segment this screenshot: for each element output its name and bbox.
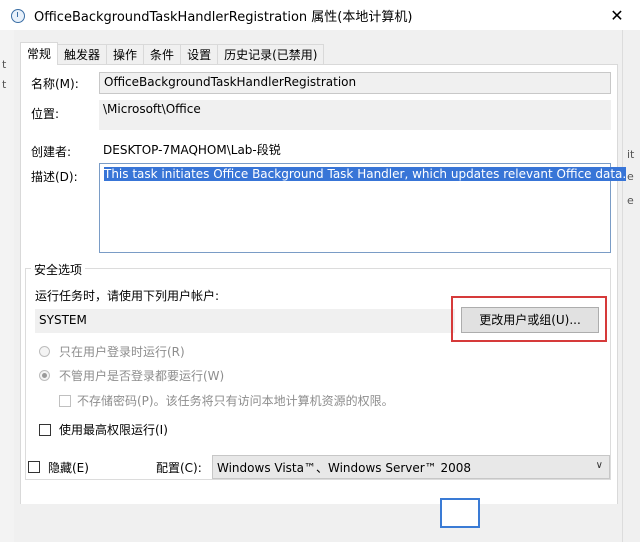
general-panel: 名称(M): OfficeBackgroundTaskHandlerRegist… [20,64,627,506]
description-text: This task initiates Office Background Ta… [104,167,627,181]
tab-settings[interactable]: 设置 [180,44,219,65]
close-button[interactable]: ✕ [594,0,640,30]
left-fragment-2: t [2,78,7,91]
ok-button[interactable] [440,498,480,528]
name-label: 名称(M): [31,77,79,91]
location-label: 位置: [31,107,60,121]
tab-conditions[interactable]: 条件 [143,44,182,65]
name-field[interactable]: OfficeBackgroundTaskHandlerRegistration [99,72,611,94]
hidden-checkbox[interactable] [28,461,40,473]
configure-dropdown[interactable]: Windows Vista™、Windows Server™ 2008 ∨ [212,455,610,479]
hidden-label: 隐藏(E) [48,461,89,475]
task-properties-window: OfficeBackgroundTaskHandlerRegistration … [0,0,640,542]
right-fragment-3: e [627,194,634,207]
dialog-body: 常规 触发器 操作 条件 设置 历史记录(已禁用) 名称(M): OfficeB… [14,30,627,542]
tab-general[interactable]: 常规 [20,42,59,65]
radio-logged-on[interactable] [39,346,50,357]
radio-whether-logged-on[interactable] [39,370,50,381]
highest-privileges-label: 使用最高权限运行(I) [59,423,168,437]
background-window-right: it e e [622,30,640,542]
description-label: 描述(D): [31,170,78,184]
change-user-button[interactable]: 更改用户或组(U)... [461,307,599,333]
close-icon: ✕ [610,5,624,25]
task-scheduler-icon [10,7,26,23]
security-group-title: 安全选项 [31,261,86,278]
background-window-left: t t [0,30,15,542]
highest-privileges-checkbox[interactable] [39,424,51,436]
bottom-bar [14,504,622,542]
no-store-password-label: 不存储密码(P)。该任务将只有访问本地计算机资源的权限。 [77,394,394,408]
author-field: DESKTOP-7MAQHOM\Lab-段锐 [103,143,281,157]
author-label: 创建者: [31,145,72,159]
radio-whether-logged-on-label: 不管用户是否登录都要运行(W) [59,369,225,383]
window-title: OfficeBackgroundTaskHandlerRegistration … [34,9,413,25]
title-bar: OfficeBackgroundTaskHandlerRegistration … [0,0,640,30]
tab-triggers[interactable]: 触发器 [57,44,108,65]
configure-label: 配置(C): [156,461,202,475]
tab-actions[interactable]: 操作 [106,44,145,65]
right-fragment-2: e [627,170,634,183]
left-fragment-1: t [2,58,7,71]
configure-value: Windows Vista™、Windows Server™ 2008 [217,461,472,475]
run-as-label: 运行任务时，请使用下列用户帐户: [35,289,220,303]
tab-history[interactable]: 历史记录(已禁用) [217,44,325,65]
no-store-password-checkbox[interactable] [59,395,71,407]
user-account-field: SYSTEM [35,309,455,333]
right-fragment-1: it [627,148,635,161]
tab-strip: 常规 触发器 操作 条件 设置 历史记录(已禁用) [20,42,325,65]
radio-logged-on-label: 只在用户登录时运行(R) [59,345,185,359]
location-field: \Microsoft\Office [99,100,611,130]
chevron-down-icon: ∨ [595,460,603,471]
description-textarea[interactable]: This task initiates Office Background Ta… [99,163,627,253]
